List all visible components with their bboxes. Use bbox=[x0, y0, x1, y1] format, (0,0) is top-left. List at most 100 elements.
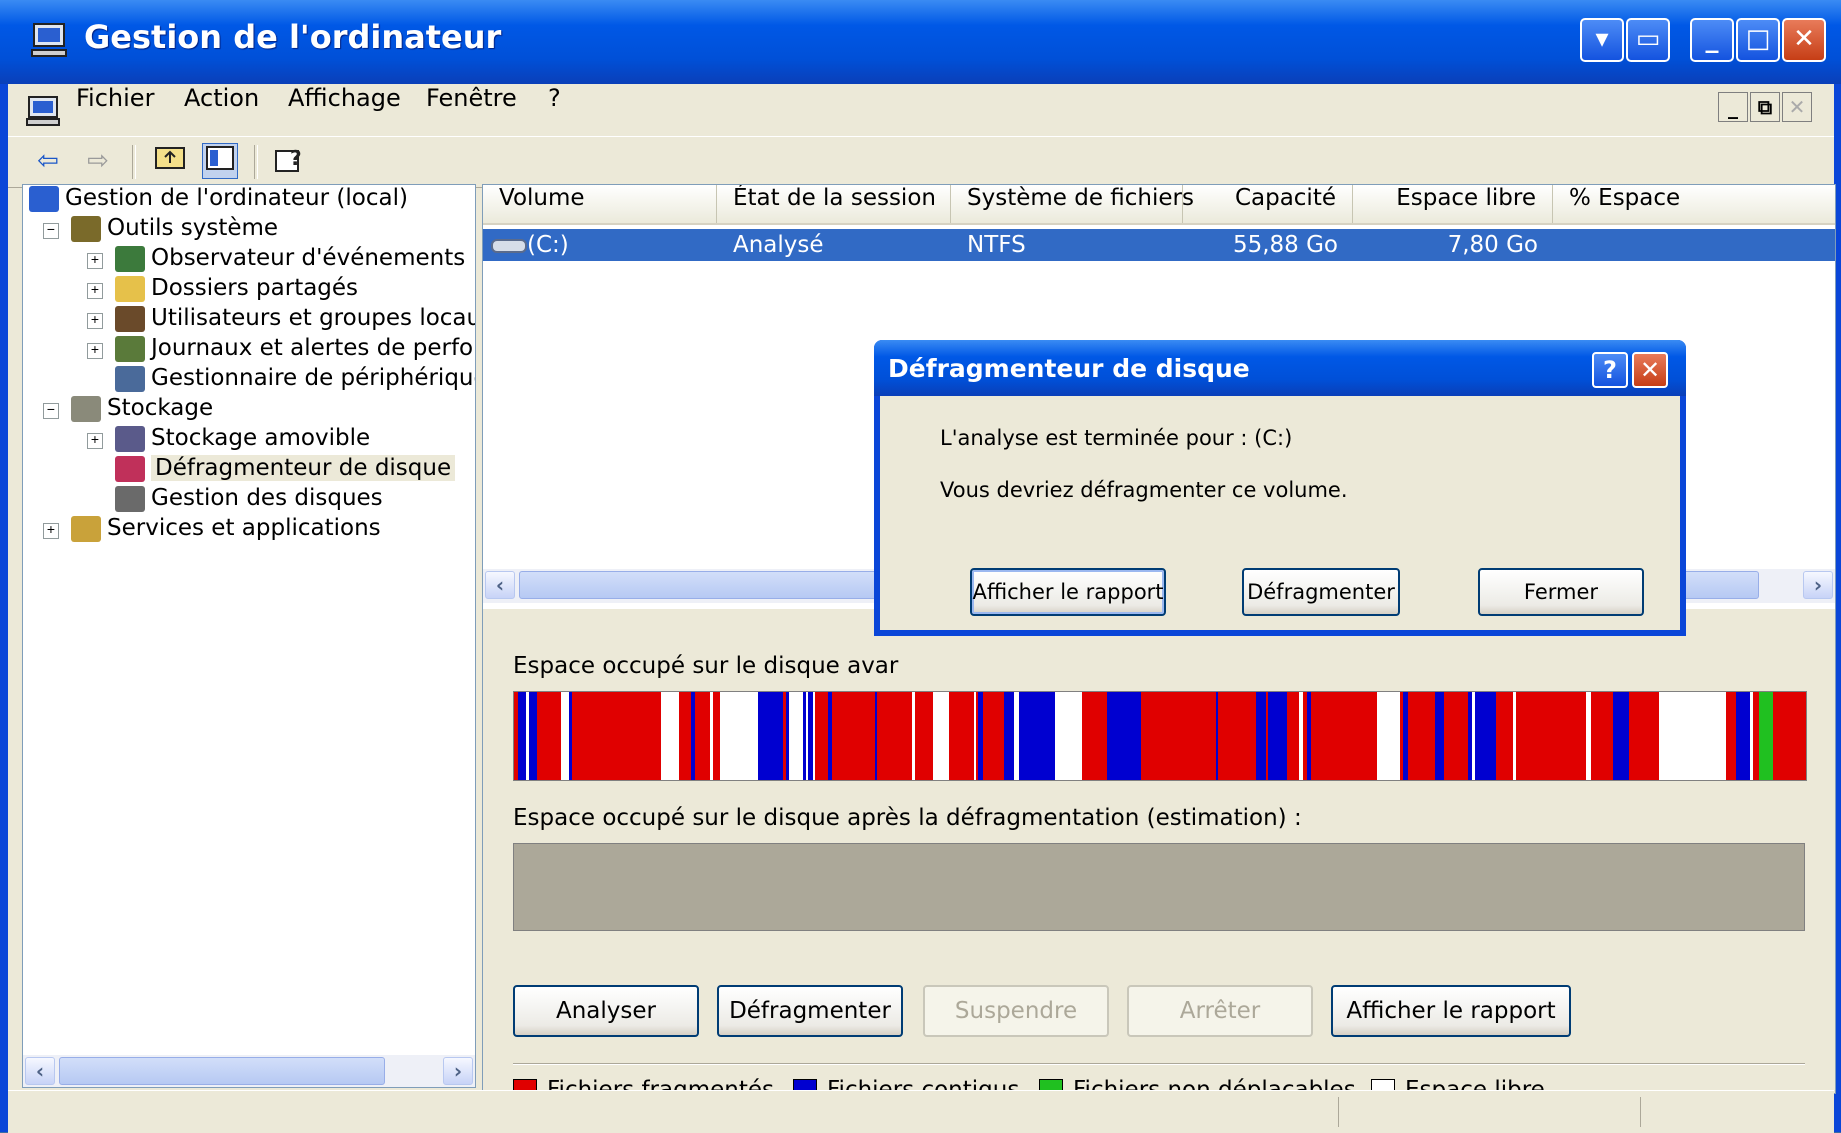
cluster-block bbox=[803, 692, 806, 780]
dialog-view-report-button[interactable]: Afficher le rapport bbox=[970, 568, 1166, 616]
tree-node[interactable]: Défragmenteur de disque bbox=[115, 455, 456, 487]
mdi-minimize-button[interactable]: _ bbox=[1718, 92, 1748, 122]
cluster-block bbox=[1261, 692, 1263, 780]
maximize-button[interactable]: □ bbox=[1736, 18, 1780, 62]
minimize-button[interactable]: _ bbox=[1690, 18, 1734, 62]
dialog-title-bar[interactable]: Défragmenteur de disque ? ✕ bbox=[874, 340, 1686, 396]
collapse-icon[interactable]: − bbox=[43, 403, 59, 419]
cluster-block bbox=[978, 692, 980, 780]
drive-icon bbox=[491, 229, 527, 261]
defrag-dialog: Défragmenteur de disque ? ✕ L'analyse es… bbox=[874, 340, 1686, 636]
cluster-block bbox=[1309, 692, 1311, 780]
scroll-right-icon[interactable]: › bbox=[443, 1057, 473, 1085]
expand-icon[interactable]: + bbox=[87, 343, 103, 359]
cluster-block bbox=[1591, 692, 1613, 780]
column-header-volume[interactable]: Volume bbox=[483, 185, 717, 223]
expand-icon[interactable]: + bbox=[87, 253, 103, 269]
tree-horizontal-scrollbar[interactable]: ‹ › bbox=[23, 1055, 475, 1087]
cluster-block bbox=[1299, 692, 1303, 780]
cluster-block bbox=[1400, 692, 1403, 780]
view-report-button[interactable]: Afficher le rapport bbox=[1331, 985, 1571, 1037]
expand-icon[interactable]: + bbox=[87, 313, 103, 329]
scroll-right-icon[interactable]: › bbox=[1803, 571, 1833, 599]
scroll-left-icon[interactable]: ‹ bbox=[485, 571, 515, 599]
menu-fichier[interactable]: Fichier bbox=[76, 84, 154, 136]
cluster-block bbox=[1695, 692, 1726, 780]
menu-affichage[interactable]: Affichage bbox=[288, 84, 401, 136]
tree-node[interactable]: Stockage amovible bbox=[115, 425, 370, 457]
mdi-close-button[interactable]: ✕ bbox=[1782, 92, 1812, 122]
tree-node[interactable]: Gestion de l'ordinateur (local) bbox=[29, 185, 408, 217]
cluster-block bbox=[541, 692, 561, 780]
expand-icon[interactable]: + bbox=[43, 523, 59, 539]
menu-help[interactable]: ? bbox=[548, 84, 561, 136]
expand-icon[interactable]: + bbox=[87, 283, 103, 299]
tree-node[interactable]: Journaux et alertes de perfo bbox=[115, 335, 473, 367]
computer-icon bbox=[29, 185, 59, 212]
cluster-block bbox=[1256, 692, 1261, 780]
cluster-block bbox=[1245, 692, 1256, 780]
mdi-restore-button[interactable]: ⧉ bbox=[1750, 92, 1780, 122]
forward-arrow-icon[interactable]: ⇨ bbox=[80, 143, 116, 179]
console-menu-icon[interactable]: ▾ bbox=[1580, 18, 1624, 62]
up-folder-icon[interactable] bbox=[152, 143, 188, 179]
tree-node[interactable]: Dossiers partagés bbox=[115, 275, 358, 307]
column-header-session-state[interactable]: État de la session bbox=[717, 185, 951, 223]
cluster-block bbox=[917, 692, 925, 780]
show-hide-tree-icon[interactable] bbox=[202, 143, 238, 179]
toolbar-separator bbox=[132, 145, 136, 179]
cluster-block bbox=[983, 692, 1004, 780]
dialog-defragment-button[interactable]: Défragmenter bbox=[1242, 568, 1400, 616]
collapse-icon[interactable]: − bbox=[43, 223, 59, 239]
column-header-free-space[interactable]: Espace libre bbox=[1353, 185, 1553, 223]
scroll-left-icon[interactable]: ‹ bbox=[25, 1057, 55, 1085]
column-header-filesystem[interactable]: Système de fichiers bbox=[951, 185, 1194, 223]
disk-management-icon bbox=[115, 485, 145, 512]
tree-node[interactable]: Services et applications bbox=[71, 515, 381, 547]
expand-icon[interactable]: + bbox=[87, 433, 103, 449]
close-icon[interactable]: ✕ bbox=[1632, 352, 1668, 388]
cluster-block bbox=[586, 692, 605, 780]
cluster-block bbox=[933, 692, 949, 780]
show-hide-tree-icon[interactable]: ▭ bbox=[1626, 18, 1670, 62]
cluster-block bbox=[815, 692, 828, 780]
toolbar: ⇦ ⇨ ? bbox=[8, 136, 1834, 188]
analyze-button[interactable]: Analyser bbox=[513, 985, 699, 1037]
tree-node[interactable]: Observateur d'événements bbox=[115, 245, 465, 277]
stop-button[interactable]: Arrêter bbox=[1127, 985, 1313, 1037]
column-header-percent-free[interactable]: % Espace bbox=[1553, 185, 1835, 223]
defragment-button[interactable]: Défragmenter bbox=[717, 985, 903, 1037]
dialog-close-button[interactable]: Fermer bbox=[1478, 568, 1644, 616]
tree-node[interactable]: Gestion des disques bbox=[115, 485, 383, 517]
cluster-block bbox=[1009, 692, 1014, 780]
event-viewer-icon bbox=[115, 245, 145, 272]
cluster-block bbox=[569, 692, 572, 780]
cluster-block bbox=[1444, 692, 1468, 780]
tree-node[interactable]: Outils système bbox=[71, 215, 278, 247]
close-button[interactable]: ✕ bbox=[1782, 18, 1826, 62]
tree-node[interactable]: Gestionnaire de périphérique bbox=[115, 365, 475, 397]
cluster-block bbox=[605, 692, 620, 780]
help-icon[interactable]: ? bbox=[272, 143, 308, 179]
table-row[interactable]: (C:) Analysé NTFS 55,88 Go 7,80 Go bbox=[483, 229, 1835, 261]
cluster-block bbox=[1773, 692, 1806, 780]
menu-action[interactable]: Action bbox=[184, 84, 259, 136]
column-header-capacity[interactable]: Capacité bbox=[1183, 185, 1353, 223]
divider bbox=[513, 1063, 1805, 1065]
tree-node[interactable]: Stockage bbox=[71, 395, 213, 427]
tree-node[interactable]: Utilisateurs et groupes locau: bbox=[115, 305, 475, 337]
svg-text:?: ? bbox=[290, 146, 302, 170]
help-icon[interactable]: ? bbox=[1592, 352, 1628, 388]
dialog-title: Défragmenteur de disque bbox=[888, 354, 1250, 383]
menu-fenetre[interactable]: Fenêtre bbox=[426, 84, 517, 136]
scroll-thumb[interactable] bbox=[59, 1057, 385, 1085]
cluster-block bbox=[1080, 692, 1082, 780]
tree-node-label: Stockage bbox=[107, 395, 214, 421]
computer-icon[interactable] bbox=[26, 96, 60, 126]
cluster-block bbox=[1311, 692, 1345, 780]
cluster-block bbox=[689, 692, 691, 780]
title-bar[interactable]: Gestion de l'ordinateur ▾ ▭ _ □ ✕ bbox=[0, 0, 1841, 84]
back-arrow-icon[interactable]: ⇦ bbox=[30, 143, 66, 179]
capacity-cell: 55,88 Go bbox=[1232, 232, 1338, 258]
pause-button[interactable]: Suspendre bbox=[923, 985, 1109, 1037]
